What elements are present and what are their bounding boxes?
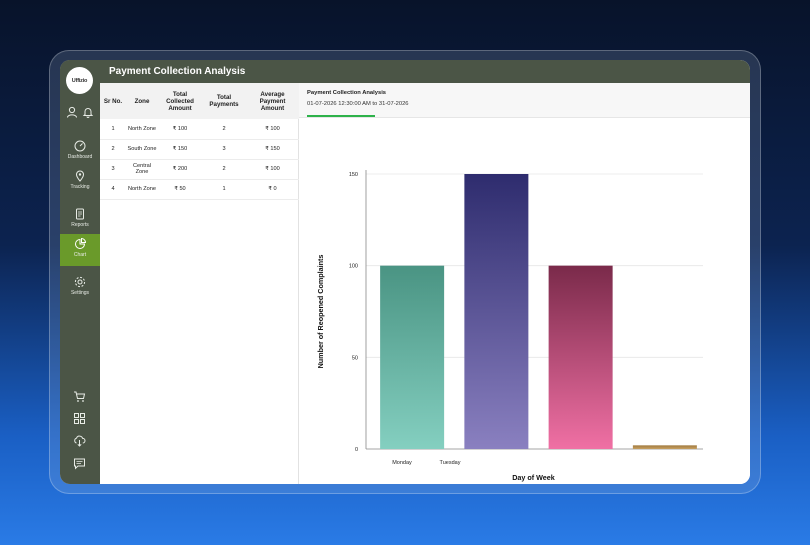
table-cell: South Zone [126, 139, 158, 160]
table-row[interactable]: 1 North Zone ₹ 100 2 ₹ 100 [100, 119, 299, 140]
sidebar-item-label: Settings [70, 290, 90, 296]
bar [380, 265, 445, 449]
dashboard-gauge-icon [74, 140, 86, 152]
table-row[interactable]: 4 North Zone ₹ 50 1 ₹ 0 [100, 179, 299, 200]
x-tick-label: Monday [392, 460, 412, 466]
sidebar-item-reports[interactable]: Reports [60, 204, 100, 236]
chart-panel-title: Payment Collection Analysis [307, 90, 387, 96]
table-cell: 3 [100, 159, 126, 180]
app-logo[interactable]: Uffizio [66, 67, 93, 94]
date-range-label[interactable]: 01-07-2026 12:30:00 AM to 31-07-2026 [307, 101, 409, 107]
payment-table: Sr No. Zone Total Collected Amount Total… [100, 83, 299, 200]
window-title: Payment Collection Analysis [109, 66, 246, 77]
sidebar-item-settings[interactable]: Settings [60, 272, 100, 304]
table-cell: ₹ 50 [158, 179, 202, 200]
table-cell: North Zone [126, 119, 158, 140]
chart-panel: Payment Collection Analysis 01-07-2026 1… [299, 83, 750, 484]
sidebar-item-label: Chart [73, 252, 87, 258]
table-cell: ₹ 200 [158, 159, 202, 180]
table-cell: ₹ 100 [158, 119, 202, 140]
cloud-download-icon[interactable] [73, 434, 86, 447]
table-cell: 1 [202, 179, 246, 200]
sidebar: Uffizio Dashboard Tracking Reports Chart… [60, 60, 100, 484]
active-tab-indicator [307, 115, 375, 117]
column-header[interactable]: Total Payments [202, 83, 246, 119]
table-cell: 1 [100, 119, 126, 140]
y-tick-label: 0 [355, 447, 358, 453]
table-cell: North Zone [126, 179, 158, 200]
bell-icon[interactable] [82, 106, 94, 118]
bar [548, 265, 613, 449]
table-cell: ₹ 150 [246, 139, 299, 160]
table-cell: 3 [202, 139, 246, 160]
y-tick-label: 150 [349, 172, 358, 178]
sidebar-item-label: Dashboard [67, 154, 93, 160]
apps-grid-icon[interactable] [73, 412, 86, 425]
sidebar-item-chart[interactable]: Chart [60, 234, 100, 266]
table-cell: ₹ 100 [246, 119, 299, 140]
table-cell: 4 [100, 179, 126, 200]
bar [632, 445, 697, 449]
feedback-icon[interactable] [73, 457, 86, 470]
table-row[interactable]: 3 Central Zone ₹ 200 2 ₹ 100 [100, 159, 299, 180]
sidebar-item-label: Tracking [70, 184, 90, 190]
y-tick-label: 100 [349, 264, 358, 270]
tracking-pin-icon [75, 170, 85, 182]
column-header[interactable]: Zone [126, 83, 158, 119]
table-cell: Central Zone [126, 159, 158, 180]
sidebar-item-label: Reports [71, 222, 89, 228]
column-header[interactable]: Total Collected Amount [158, 83, 202, 119]
column-header[interactable]: Sr No. [100, 83, 126, 119]
table-cell: 2 [100, 139, 126, 160]
table-cell: ₹ 100 [246, 159, 299, 180]
table-cell: ₹ 0 [246, 179, 299, 200]
reports-document-icon [76, 208, 84, 220]
app-window: Payment Collection Analysis Uffizio Dash… [60, 60, 750, 484]
column-header[interactable]: Average Payment Amount [246, 83, 299, 119]
chart-header: Payment Collection Analysis 01-07-2026 1… [299, 83, 750, 118]
x-axis-title: Day of Week [512, 473, 555, 482]
title-bar: Payment Collection Analysis [60, 60, 750, 83]
settings-gear-icon [74, 276, 86, 288]
y-axis-title: Number of Reopened Complaints [316, 255, 325, 369]
cart-icon[interactable] [73, 390, 86, 403]
sidebar-item-dashboard[interactable]: Dashboard [60, 136, 100, 168]
user-icon[interactable] [66, 106, 78, 118]
table-cell: ₹ 150 [158, 139, 202, 160]
sidebar-item-tracking[interactable]: Tracking [60, 166, 100, 198]
sidebar-top-icons [64, 106, 98, 120]
bar [464, 174, 529, 449]
bar-chart: 0 50 100 150 Monday Tuesday Day of Week Number … [316, 170, 703, 482]
table-row[interactable]: 2 South Zone ₹ 150 3 ₹ 150 [100, 139, 299, 160]
y-tick-label: 50 [352, 355, 358, 361]
table-header-row: Sr No. Zone Total Collected Amount Total… [100, 83, 299, 119]
table-cell: 2 [202, 119, 246, 140]
table-cell: 2 [202, 159, 246, 180]
data-table-panel: Sr No. Zone Total Collected Amount Total… [100, 83, 299, 484]
x-tick-label: Tuesday [440, 460, 461, 466]
chart-pie-icon [75, 238, 86, 249]
